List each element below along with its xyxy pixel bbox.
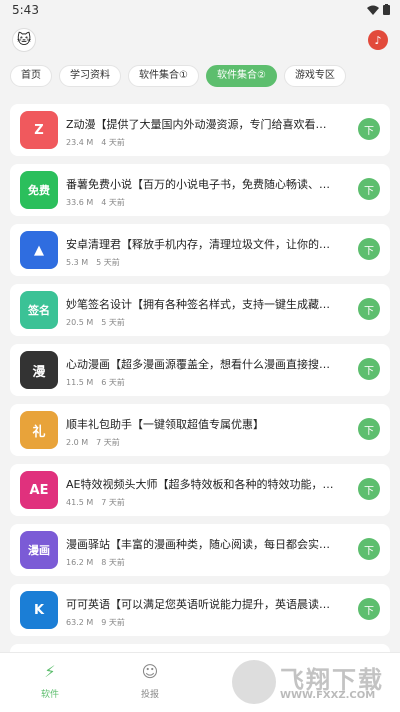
list-item[interactable]: 礼 顺丰礼包助手【一键领取超值专属优惠】 2.0 M 7 天前 下: [10, 404, 390, 456]
app-icon: AE: [20, 471, 58, 509]
app-date: 7 天前: [101, 498, 125, 507]
app-title: 妙笔签名设计【拥有各种签名样式，支持一键生成藏头诗，...: [66, 298, 336, 311]
app-size: 2.0 M: [66, 438, 89, 447]
app-title: Z动漫【提供了大量国内外动漫资源，专门给喜欢看动漫宝...: [66, 118, 336, 131]
app-date: 6 天前: [101, 378, 125, 387]
app-icon: 漫画: [20, 531, 58, 569]
tab-study[interactable]: 学习资料: [59, 65, 121, 87]
app-date: 7 天前: [96, 438, 120, 447]
app-date: 8 天前: [101, 558, 125, 567]
download-button[interactable]: 下: [358, 238, 380, 260]
app-meta: 5.3 M 5 天前: [66, 257, 128, 268]
app-size: 11.5 M: [66, 378, 94, 387]
app-icon: 免费: [20, 171, 58, 209]
app-date: 4 天前: [101, 198, 125, 207]
nav-label-software: 软件: [40, 690, 59, 700]
watermark: 飞翔下载 WWW.FXXZ.COM: [232, 656, 392, 708]
app-title: 番薯免费小说【百万的小说电子书，免费随心畅读、海量的...: [66, 178, 336, 191]
list-item[interactable]: 免费 番薯免费小说【百万的小说电子书，免费随心畅读、海量的... 33.6 M 4…: [10, 164, 390, 216]
app-meta: 16.2 M 8 天前: [66, 557, 133, 568]
list-item[interactable]: 漫 心动漫画【超多漫画源覆盖全，想看什么漫画直接搜，尽情... 11.5 M 6 …: [10, 344, 390, 396]
tab-software-1[interactable]: 软件集合①: [128, 65, 199, 87]
nav-item-software[interactable]: ⚡ 软件: [20, 661, 80, 700]
download-button[interactable]: 下: [358, 178, 380, 200]
list-item[interactable]: 签名 妙笔签名设计【拥有各种签名样式，支持一键生成藏头诗，... 20.5 M 5…: [10, 284, 390, 336]
app-size: 5.3 M: [66, 258, 89, 267]
battery-icon: [383, 4, 390, 15]
app-size: 33.6 M: [66, 198, 94, 207]
tab-software-2[interactable]: 软件集合②: [205, 65, 277, 87]
app-icon: ▲: [20, 231, 58, 269]
app-meta: 23.4 M 4 天前: [66, 137, 133, 148]
app-icon: K: [20, 591, 58, 629]
list-item[interactable]: 漫画 漫画驿站【丰富的漫画种类，随心阅读，每日都会实时更新... 16.2 M 8…: [10, 524, 390, 576]
app-date: 5 天前: [96, 258, 120, 267]
nav-item-feedback[interactable]: ☺ 投报: [120, 661, 180, 700]
app-icon: 漫: [20, 351, 58, 389]
app-meta: 41.5 M 7 天前: [66, 497, 133, 508]
app-title: 漫画驿站【丰富的漫画种类，随心阅读，每日都会实时更新...: [66, 538, 336, 551]
app-icon: Z: [20, 111, 58, 149]
app-title: 安卓清理君【释放手机内存，清理垃圾文件，让你的设备更...: [66, 238, 336, 251]
app-date: 9 天前: [101, 618, 125, 627]
wifi-icon: [367, 5, 379, 15]
app-meta: 33.6 M 4 天前: [66, 197, 133, 208]
download-button[interactable]: 下: [358, 538, 380, 560]
app-title: AE特效视频头大师【超多特效板和各种的特效功能，手把手...: [66, 478, 336, 491]
app-icon: 礼: [20, 411, 58, 449]
header: 🐱 ♪: [0, 22, 400, 62]
status-bar: 5:43: [0, 0, 400, 22]
app-size: 41.5 M: [66, 498, 94, 507]
app-title: 心动漫画【超多漫画源覆盖全，想看什么漫画直接搜，尽情...: [66, 358, 336, 371]
music-icon[interactable]: ♪: [368, 30, 388, 50]
app-meta: 20.5 M 5 天前: [66, 317, 133, 328]
app-title: 顺丰礼包助手【一键领取超值专属优惠】: [66, 418, 264, 431]
app-meta: 63.2 M 9 天前: [66, 617, 133, 628]
watermark-url: WWW.FXXZ.COM: [280, 690, 376, 701]
status-time: 5:43: [12, 3, 39, 17]
list-item[interactable]: K 可可英语【可以满足您英语听说能力提升，英语晨读，视频... 63.2 M 9 …: [10, 584, 390, 636]
avatar[interactable]: 🐱: [12, 28, 36, 52]
list-item[interactable]: AE AE特效视频头大师【超多特效板和各种的特效功能，手把手... 41.5 M…: [10, 464, 390, 516]
category-tabs: 首页 学习资料 软件集合① 软件集合② 游戏专区: [0, 65, 400, 89]
app-size: 63.2 M: [66, 618, 94, 627]
app-list: Z Z动漫【提供了大量国内外动漫资源，专门给喜欢看动漫宝... 23.4 M 4 …: [10, 100, 390, 652]
list-item[interactable]: ▲ 安卓清理君【释放手机内存，清理垃圾文件，让你的设备更... 5.3 M 5 天…: [10, 224, 390, 276]
app-meta: 11.5 M 6 天前: [66, 377, 133, 388]
tab-home[interactable]: 首页: [10, 65, 52, 87]
download-button[interactable]: 下: [358, 118, 380, 140]
app-size: 23.4 M: [66, 138, 94, 147]
feedback-icon: ☺: [141, 662, 159, 681]
download-button[interactable]: 下: [358, 598, 380, 620]
app-date: 4 天前: [101, 138, 125, 147]
app-size: 20.5 M: [66, 318, 94, 327]
status-icons: [367, 4, 390, 15]
app-title: 可可英语【可以满足您英语听说能力提升，英语晨读，视频...: [66, 598, 336, 611]
app-icon: 签名: [20, 291, 58, 329]
download-button[interactable]: 下: [358, 298, 380, 320]
tab-games[interactable]: 游戏专区: [283, 65, 346, 87]
download-button[interactable]: 下: [358, 478, 380, 500]
nav-label-feedback: 投报: [140, 690, 159, 700]
list-item[interactable]: Z Z动漫【提供了大量国内外动漫资源，专门给喜欢看动漫宝... 23.4 M 4 …: [10, 104, 390, 156]
app-size: 16.2 M: [66, 558, 94, 567]
download-button[interactable]: 下: [358, 418, 380, 440]
watermark-logo-icon: [232, 660, 276, 704]
lightning-icon: ⚡: [44, 662, 56, 681]
list-item-partial[interactable]: [10, 644, 390, 652]
download-button[interactable]: 下: [358, 358, 380, 380]
app-meta: 2.0 M 7 天前: [66, 437, 128, 448]
app-date: 5 天前: [101, 318, 125, 327]
